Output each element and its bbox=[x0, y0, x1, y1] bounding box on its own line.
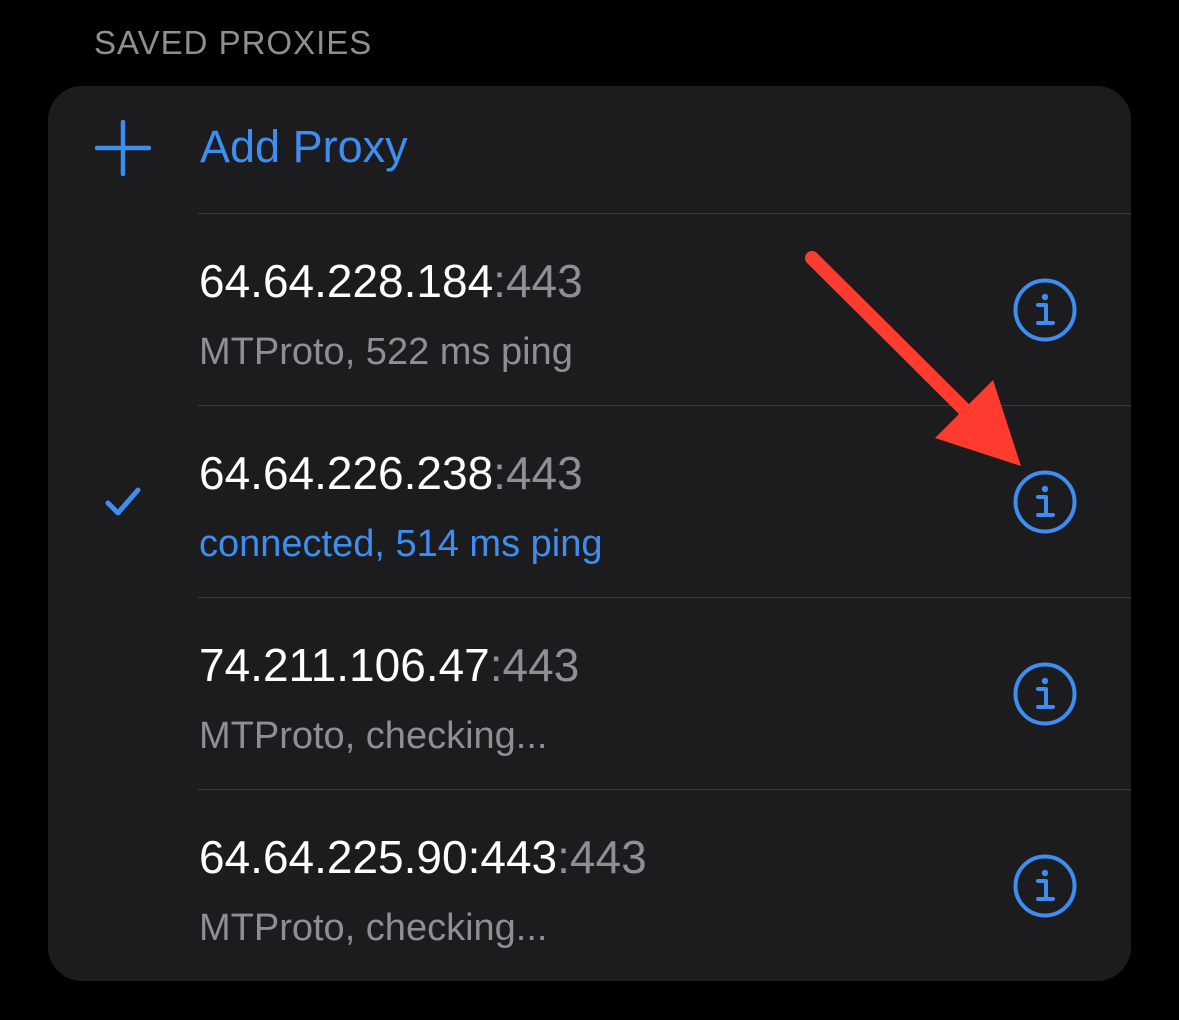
info-icon bbox=[1013, 662, 1077, 726]
plus-icon bbox=[95, 120, 151, 176]
proxy-status: MTProto, 522 ms ping bbox=[199, 331, 573, 373]
checkmark-icon bbox=[105, 487, 141, 516]
proxy-status: MTProto, checking... bbox=[199, 907, 548, 949]
add-proxy-label: Add Proxy bbox=[200, 121, 408, 172]
proxy-address: 64.64.225.90:443:443 bbox=[199, 830, 647, 884]
proxy-host: 64.64.225.90:443 bbox=[199, 831, 558, 883]
proxy-row[interactable]: 64.64.225.90:443:443 MTProto, checking..… bbox=[48, 790, 1131, 981]
add-proxy-button[interactable]: Add Proxy bbox=[48, 86, 1131, 213]
proxy-address: 74.211.106.47:443 bbox=[199, 638, 579, 692]
proxy-port: :443 bbox=[493, 447, 583, 499]
proxy-info-button[interactable] bbox=[1013, 470, 1077, 534]
saved-proxies-list: Add Proxy 64.64.228.184:443 MTProto, 522… bbox=[48, 86, 1131, 981]
proxy-address: 64.64.228.184:443 bbox=[199, 254, 583, 308]
proxy-status: MTProto, checking... bbox=[199, 715, 548, 757]
proxy-row[interactable]: 64.64.228.184:443 MTProto, 522 ms ping bbox=[48, 214, 1131, 405]
proxy-address: 64.64.226.238:443 bbox=[199, 446, 583, 500]
proxy-info-button[interactable] bbox=[1013, 278, 1077, 342]
proxy-port: :443 bbox=[557, 831, 647, 883]
proxy-host: 64.64.226.238 bbox=[199, 447, 494, 499]
info-icon bbox=[1013, 470, 1077, 534]
proxy-host: 74.211.106.47 bbox=[199, 639, 490, 691]
info-icon bbox=[1013, 854, 1077, 918]
proxy-row[interactable]: 74.211.106.47:443 MTProto, checking... bbox=[48, 598, 1131, 789]
proxy-port: :443 bbox=[493, 255, 583, 307]
proxy-settings-screen: SAVED PROXIES Add Proxy 64.64.228.184:44… bbox=[0, 0, 1179, 1020]
proxy-status: connected, 514 ms ping bbox=[199, 523, 603, 565]
proxy-info-button[interactable] bbox=[1013, 854, 1077, 918]
section-header: SAVED PROXIES bbox=[94, 24, 373, 61]
proxy-host: 64.64.228.184 bbox=[199, 255, 494, 307]
proxy-port: :443 bbox=[489, 639, 580, 691]
info-icon bbox=[1013, 278, 1077, 342]
proxy-row-selected[interactable]: 64.64.226.238:443 connected, 514 ms ping bbox=[48, 406, 1131, 597]
proxy-info-button[interactable] bbox=[1013, 662, 1077, 726]
